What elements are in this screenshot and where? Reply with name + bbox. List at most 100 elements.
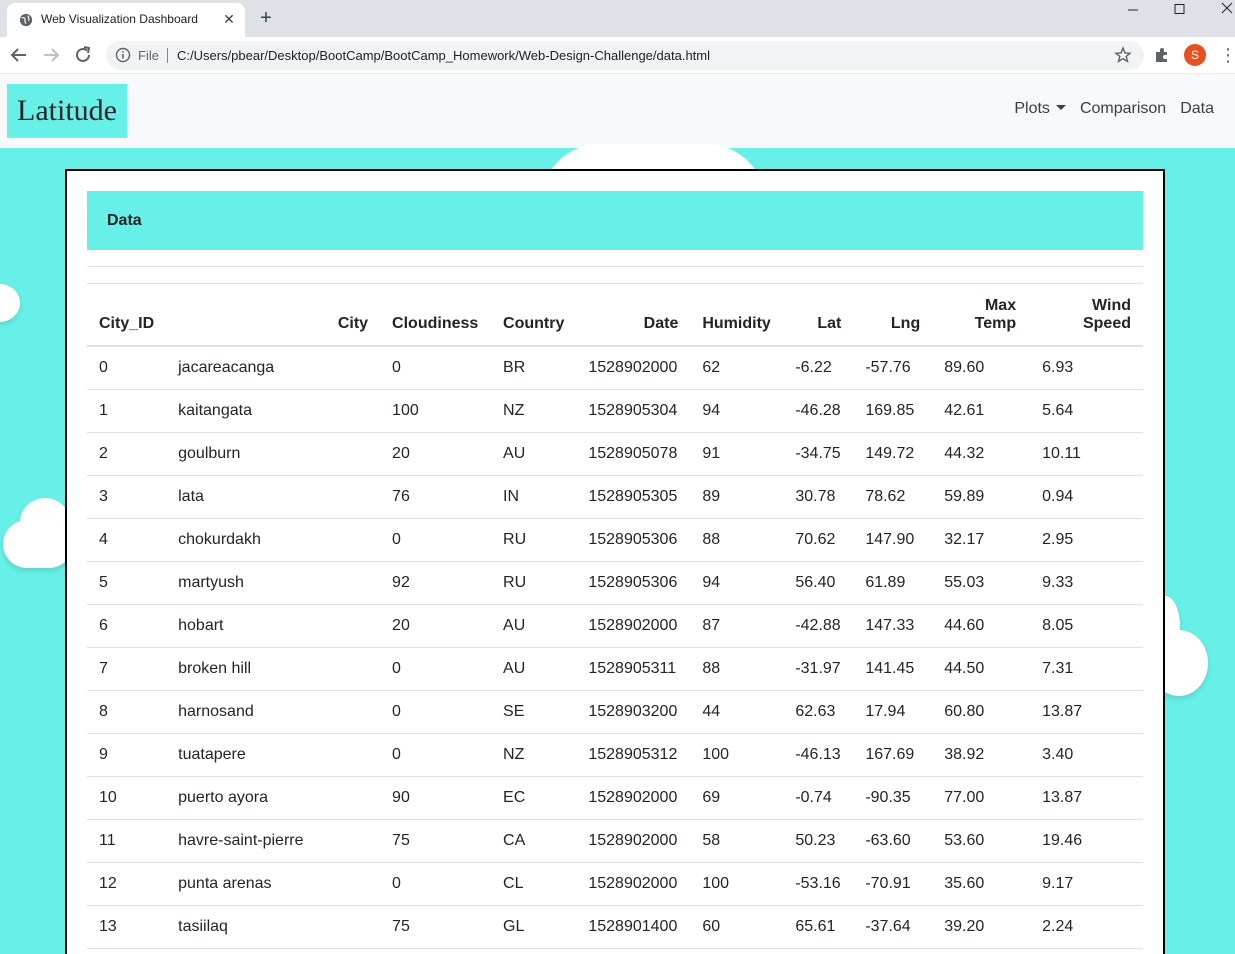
cell-wind-speed: 13.87	[1030, 690, 1143, 734]
file-label: File	[138, 48, 159, 63]
cell-country: SE	[491, 690, 577, 734]
cell-lat: -31.97	[783, 647, 854, 691]
data-panel: Data City_ID City Cloudiness Country Dat…	[65, 169, 1165, 954]
cell-humidity: 62	[690, 346, 784, 390]
cell-city: martyush	[166, 561, 381, 605]
extensions-puzzle-icon[interactable]	[1153, 46, 1171, 64]
info-icon[interactable]	[115, 47, 131, 63]
table-row: 1 kaitangata 100 NZ 1528905304 94 -46.28 169.85…	[87, 389, 1143, 433]
nav-link-plots[interactable]: Plots	[1014, 100, 1066, 118]
cell-city-id: 7	[87, 647, 167, 691]
cell-country: AU	[491, 604, 577, 648]
cell-city: jacareacanga	[166, 346, 381, 390]
cell-cloudiness: 0	[380, 518, 492, 562]
cell-cloudiness: 0	[380, 647, 492, 691]
tab-title: Web Visualization Dashboard	[41, 12, 198, 26]
cell-humidity: 88	[690, 518, 784, 562]
cell-wind-speed: 7.31	[1030, 647, 1143, 691]
cell-city-id: 5	[87, 561, 167, 605]
cell-max-temp: 89.60	[932, 346, 1031, 390]
cell-city: lata	[166, 475, 381, 519]
browser-tab[interactable]: Web Visualization Dashboard ✕	[7, 3, 245, 37]
cell-country: AU	[491, 432, 577, 476]
table-row: 5 martyush 92 RU 1528905306 94 56.40 61.89 55.03…	[87, 561, 1143, 605]
cell-cloudiness: 75	[380, 819, 492, 863]
forward-arrow-icon[interactable]	[40, 44, 62, 66]
cell-date: 1528905306	[576, 561, 691, 605]
cell-city: puerto ayora	[166, 776, 381, 820]
cell-max-temp: 44.50	[932, 647, 1031, 691]
table-row: 7 broken hill 0 AU 1528905311 88 -31.97 141.45 4…	[87, 647, 1143, 691]
table-row: 0 jacareacanga 0 BR 1528902000 62 -6.22 -57.76 8…	[87, 346, 1143, 390]
cell-lat: -0.74	[783, 776, 854, 820]
cell-cloudiness: 0	[380, 733, 492, 777]
cell-country: AU	[491, 647, 577, 691]
cell-date: 1528902000	[576, 346, 691, 390]
cell-date: 1528905304	[576, 389, 691, 433]
back-arrow-icon[interactable]	[8, 44, 30, 66]
cell-city: goulburn	[166, 432, 381, 476]
navbar-links: Plots Comparison Data	[1014, 100, 1214, 118]
cell-lng: 147.90	[853, 518, 933, 562]
reload-icon[interactable]	[72, 44, 94, 66]
cloud-decoration	[3, 520, 73, 568]
cell-date: 1528905306	[576, 518, 691, 562]
cell-humidity: 89	[690, 475, 784, 519]
cell-lat: -46.13	[783, 733, 854, 777]
globe-icon	[19, 13, 33, 27]
cell-city-id: 6	[87, 604, 167, 648]
url-text[interactable]: C:/Users/pbear/Desktop/BootCamp/BootCamp…	[177, 48, 710, 63]
nav-link-data[interactable]: Data	[1180, 100, 1214, 118]
cell-lat: 62.63	[783, 690, 854, 734]
navbar-brand[interactable]: Latitude	[7, 84, 127, 138]
cell-humidity: 44	[690, 690, 784, 734]
cell-lat: 50.23	[783, 819, 854, 863]
cell-max-temp: 77.00	[932, 776, 1031, 820]
close-tab-icon[interactable]: ✕	[221, 11, 237, 27]
cell-date: 1528902000	[576, 776, 691, 820]
site-navbar: Latitude Plots Comparison Data	[0, 74, 1235, 148]
cell-max-temp: 44.60	[932, 604, 1031, 648]
cell-cloudiness: 100	[380, 389, 492, 433]
cell-city-id: 3	[87, 475, 167, 519]
cell-lng: 149.72	[853, 432, 933, 476]
cell-city: hobart	[166, 604, 381, 648]
bookmark-star-icon[interactable]	[1114, 46, 1132, 64]
cell-wind-speed: 9.33	[1030, 561, 1143, 605]
cell-city-id: 13	[87, 905, 167, 949]
divider	[87, 266, 1143, 267]
menu-kebab-icon[interactable]: ⋮	[1219, 45, 1235, 65]
cell-wind-speed: 6.93	[1030, 346, 1143, 390]
cell-city: tuatapere	[166, 733, 381, 777]
panel-header: Data	[87, 191, 1143, 250]
cell-lat: 30.78	[783, 475, 854, 519]
table-row: 12 punta arenas 0 CL 1528902000 100 -53.16 -70.…	[87, 862, 1143, 906]
address-bar[interactable]: File C:/Users/pbear/Desktop/BootCamp/Boo…	[106, 41, 1144, 70]
table-row: 2 goulburn 20 AU 1528905078 91 -34.75 149.72 44.…	[87, 432, 1143, 476]
cell-wind-speed: 9.17	[1030, 862, 1143, 906]
cell-country: CL	[491, 862, 577, 906]
cell-lng: 78.62	[853, 475, 933, 519]
cell-wind-speed: 19.46	[1030, 819, 1143, 863]
cell-date: 1528901400	[576, 905, 691, 949]
cell-cloudiness: 92	[380, 561, 492, 605]
cell-city: chokurdakh	[166, 518, 381, 562]
cell-city-id: 11	[87, 819, 167, 863]
cloud-decoration	[0, 284, 20, 322]
nav-link-comparison[interactable]: Comparison	[1080, 100, 1166, 118]
maximize-icon[interactable]	[1156, 0, 1202, 28]
table-row: 4 chokurdakh 0 RU 1528905306 88 70.62 147.90 32.…	[87, 518, 1143, 562]
cell-country: NZ	[491, 389, 577, 433]
cell-country: IN	[491, 475, 577, 519]
cell-lat: -53.16	[783, 862, 854, 906]
cell-date: 1528905305	[576, 475, 691, 519]
close-window-icon[interactable]	[1202, 0, 1235, 28]
cell-max-temp: 55.03	[932, 561, 1031, 605]
profile-avatar[interactable]: S	[1184, 44, 1206, 66]
cell-cloudiness: 0	[380, 346, 492, 390]
new-tab-icon[interactable]: +	[256, 8, 276, 28]
cell-humidity: 60	[690, 905, 784, 949]
minimize-icon[interactable]	[1110, 0, 1156, 28]
cell-country: EC	[491, 776, 577, 820]
cell-city-id: 1	[87, 389, 167, 433]
